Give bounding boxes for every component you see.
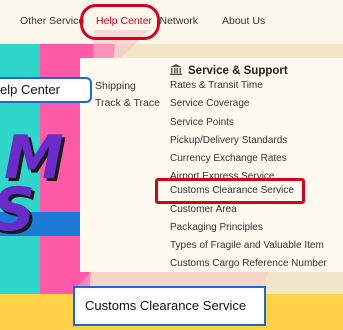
link-packaging-principles[interactable]: Packaging Principles [170,222,263,233]
nav-other-service[interactable]: Other Service [20,15,84,27]
nav-about-us[interactable]: About Us [222,15,265,27]
help-center-callout: elp Center [0,77,92,103]
bank-icon [170,64,182,75]
link-pickup-delivery-standards[interactable]: Pickup/Delivery Standards [170,135,287,146]
hero-letter-s: S [0,180,35,240]
hero-letters: M S [0,128,80,278]
link-fragile-valuable-items[interactable]: Types of Fragile and Valuable Item [170,240,324,251]
nav-sf-network[interactable]: SF Network [158,15,198,27]
customs-clearance-callout: Customs Clearance Service [73,286,266,326]
menu-item-shipping[interactable]: Shipping [95,80,136,92]
link-rates-transit-time[interactable]: Rates & Transit Time [170,80,263,91]
link-service-points[interactable]: Service Points [170,117,234,128]
section-title: Service & Support [170,64,288,77]
help-center-highlight [80,4,160,40]
link-customs-cargo-reference[interactable]: Customs Cargo Reference Number [170,258,327,269]
menu-item-track-trace[interactable]: Track & Trace [95,97,160,109]
top-navigation: Other Service Help Center SF Network Abo… [0,0,343,44]
link-customer-area[interactable]: Customer Area [170,204,237,215]
help-center-dropdown: Shipping Track & Trace Service & Support… [80,58,343,272]
customs-clearance-highlight [155,178,305,204]
link-currency-exchange-rates[interactable]: Currency Exchange Rates [170,153,287,164]
section-title-text: Service & Support [188,65,288,77]
link-service-coverage[interactable]: Service Coverage [170,98,249,109]
